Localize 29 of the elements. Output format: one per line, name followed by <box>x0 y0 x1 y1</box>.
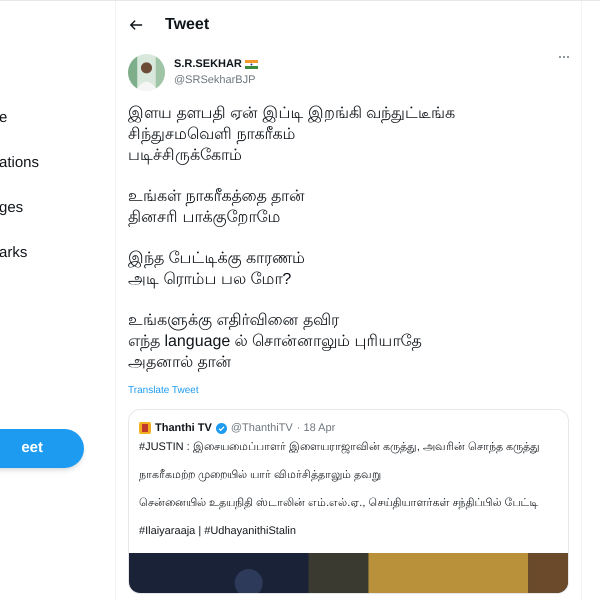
quote-card[interactable] <box>128 409 569 594</box>
tweet-text: படிச்சிருக்கோம் <box>128 146 243 166</box>
tweet-text: அதனால் தான் <box>128 353 232 373</box>
nav-item[interactable]: e <box>0 108 8 128</box>
quote-text: சென்னையில் உதயநிதி ஸ்டாலின் எம்.எல்.ஏ., செய்தியாளர்கள் சந்திப்பில் பேட்டி <box>139 496 540 510</box>
back-icon[interactable] <box>129 18 143 32</box>
quote-time: · 18 Apr <box>296 421 336 436</box>
tweet-text: இந்த பேட்டிக்கு காரணம் <box>128 249 306 269</box>
tweet-text: இளய தளபதி ஏன் இப்டி இறங்கி வந்துட்டீங்க <box>128 104 456 124</box>
page-title: Tweet <box>165 15 210 35</box>
nav-item[interactable]: arks <box>0 243 28 263</box>
flag-icon <box>244 60 258 69</box>
quote-author-handle: @ThanthiTV <box>230 421 293 436</box>
avatar <box>128 54 165 91</box>
tweet-text: உங்கள் நாகரீகத்தை தான் <box>128 187 306 207</box>
quote-text: நாகரீகமற்ற முறையில் யார் விமர்சித்தாலும் தவறு <box>139 468 382 482</box>
nav-item[interactable]: ations <box>0 153 40 173</box>
nav-item[interactable]: ges <box>0 198 24 218</box>
tweet-text: உங்களுக்கு எதிர்வினை தவிர <box>128 311 340 331</box>
quote-text: #Ilaiyaraaja | #UdhayanithiStalin <box>139 524 297 538</box>
quote-text: #JUSTIN : இசையமைப்பாளர் இளையராஜாவின் கருத்து, அவரின் சொந்த கருத்து <box>139 440 542 454</box>
quote-author-name[interactable]: Thanthi TV <box>155 420 212 436</box>
tweet-text: எந்த language ல் சொன்னாலும் புரியாதே <box>128 332 423 352</box>
tweet-text: சிந்துசமவெளி நாகரீகம் <box>128 125 296 145</box>
tweet-text: அடி ரொம்ப பல மோ? <box>128 270 292 290</box>
author-name[interactable]: S.R.SEKHAR <box>174 56 242 72</box>
tweet-text: தினசரி பாக்குறோமே <box>128 208 282 228</box>
channel-logo-icon <box>139 422 151 434</box>
author-handle[interactable]: @SRSekharBJP <box>174 72 258 86</box>
